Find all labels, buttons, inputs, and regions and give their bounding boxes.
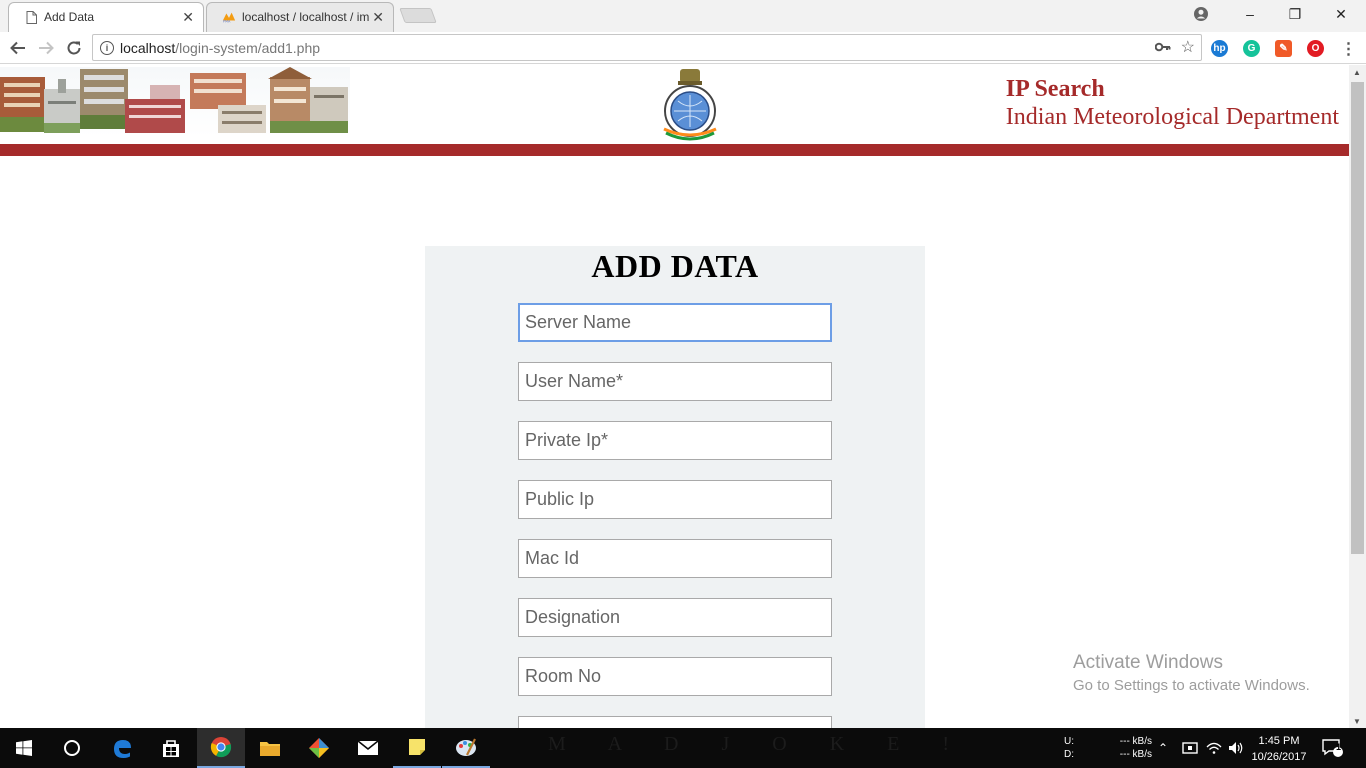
site-subtitle: Indian Meteorological Department	[1005, 104, 1339, 130]
url-text: localhost/login-system/add1.php	[120, 39, 321, 56]
tab-title: Add Data	[44, 10, 95, 24]
restore-button[interactable]: ❐	[1272, 0, 1318, 28]
page-icon	[24, 10, 38, 24]
designation-input[interactable]	[518, 598, 832, 637]
git-app-icon[interactable]	[295, 728, 343, 768]
user-name-input[interactable]	[518, 362, 832, 401]
network-speed-values: --- kB/s --- kB/s	[1112, 728, 1152, 768]
buildings-banner-image	[0, 67, 350, 137]
show-hidden-icons-chevron-icon[interactable]: ⌃	[1158, 728, 1168, 768]
page-viewport: IP Search Indian Meteorological Departme…	[0, 65, 1349, 728]
server-name-input[interactable]	[518, 303, 832, 342]
add-data-form: ADD DATA	[425, 246, 925, 728]
star-icon[interactable]: ☆	[1181, 37, 1195, 57]
notification-count: 1	[1336, 742, 1342, 752]
wifi-icon[interactable]	[1206, 728, 1222, 768]
close-icon[interactable]: ✕	[372, 9, 384, 26]
browser-toolbar: i localhost/login-system/add1.php ☆ hp G…	[0, 32, 1366, 64]
hp-extension-icon[interactable]: hp	[1211, 40, 1228, 57]
public-ip-input[interactable]	[518, 480, 832, 519]
watermark-subtitle: Go to Settings to activate Windows.	[1073, 677, 1310, 694]
extension-icon[interactable]: ✎	[1275, 40, 1292, 57]
cortana-icon[interactable]	[48, 728, 96, 768]
mail-icon[interactable]	[344, 728, 392, 768]
windows-taskbar: M A D J O K E ! U: D: --- kB/s --- kB/s …	[0, 728, 1366, 768]
sticky-notes-icon[interactable]	[393, 728, 441, 768]
phpmyadmin-icon: PMA	[222, 10, 236, 24]
mac-id-input[interactable]	[518, 539, 832, 578]
key-icon[interactable]	[1154, 39, 1171, 55]
info-icon[interactable]: i	[100, 40, 114, 55]
minimize-button[interactable]: –	[1227, 0, 1273, 28]
defender-icon[interactable]	[1182, 728, 1198, 768]
site-header: IP Search Indian Meteorological Departme…	[0, 65, 1349, 145]
scroll-up-icon[interactable]: ▲	[1353, 68, 1361, 77]
back-icon[interactable]	[6, 36, 30, 60]
svg-text:PMA: PMA	[223, 19, 231, 23]
upload-label: U:	[1064, 736, 1074, 747]
wallpaper-text: M A D J O K E !	[548, 733, 969, 755]
grammarly-extension-icon[interactable]: G	[1243, 40, 1260, 57]
edge-icon[interactable]	[98, 728, 146, 768]
tab-phpmyadmin[interactable]: PMA localhost / localhost / im ✕	[206, 2, 394, 32]
site-title: IP Search	[1005, 76, 1105, 102]
room-no-input[interactable]	[518, 657, 832, 696]
scroll-down-icon[interactable]: ▼	[1353, 717, 1361, 726]
volume-icon[interactable]	[1228, 728, 1244, 768]
scrollbar-thumb[interactable]	[1351, 82, 1364, 554]
page-scrollbar[interactable]: ▲ ▼	[1349, 65, 1366, 728]
menu-icon[interactable]: ⋮	[1340, 40, 1357, 58]
next-field-input[interactable]	[518, 716, 832, 728]
download-speed: --- kB/s	[1119, 749, 1152, 760]
network-speed-labels: U: D:	[1064, 728, 1074, 768]
clock-time: 1:45 PM	[1258, 735, 1300, 747]
profile-icon[interactable]	[1178, 0, 1224, 28]
system-clock[interactable]: 1:45 PM 10/26/2017	[1248, 733, 1310, 765]
activate-windows-watermark: Activate Windows Go to Settings to activ…	[1073, 652, 1310, 694]
header-divider	[0, 144, 1349, 156]
close-icon[interactable]: ✕	[182, 9, 194, 26]
download-label: D:	[1064, 749, 1074, 760]
address-bar[interactable]: i localhost/login-system/add1.php ☆	[92, 34, 1202, 61]
new-tab-button[interactable]	[399, 8, 437, 23]
forward-icon[interactable]	[34, 36, 58, 60]
window-close-button[interactable]: ✕	[1318, 0, 1364, 28]
brand: IP Search Indian Meteorological Departme…	[1006, 75, 1339, 131]
opera-extension-icon[interactable]: O	[1307, 40, 1324, 57]
start-button[interactable]	[0, 728, 48, 768]
form-heading: ADD DATA	[591, 248, 759, 284]
browser-tabstrip: Add Data ✕ PMA localhost / localhost / i…	[0, 0, 1366, 32]
watermark-title: Activate Windows	[1073, 652, 1223, 673]
action-center-icon[interactable]: 1	[1322, 728, 1344, 768]
imd-emblem-icon	[650, 67, 730, 143]
building-3	[80, 69, 128, 129]
paint-icon[interactable]	[442, 728, 490, 768]
private-ip-input[interactable]	[518, 421, 832, 460]
file-explorer-icon[interactable]	[246, 728, 294, 768]
reload-icon[interactable]	[62, 36, 86, 60]
chrome-icon[interactable]	[197, 728, 245, 768]
upload-speed: --- kB/s	[1119, 736, 1152, 747]
tab-title: localhost / localhost / im	[242, 10, 370, 24]
tab-add-data[interactable]: Add Data ✕	[8, 2, 204, 32]
building-1	[0, 77, 45, 132]
store-icon[interactable]	[147, 728, 195, 768]
clock-date: 10/26/2017	[1251, 751, 1307, 763]
